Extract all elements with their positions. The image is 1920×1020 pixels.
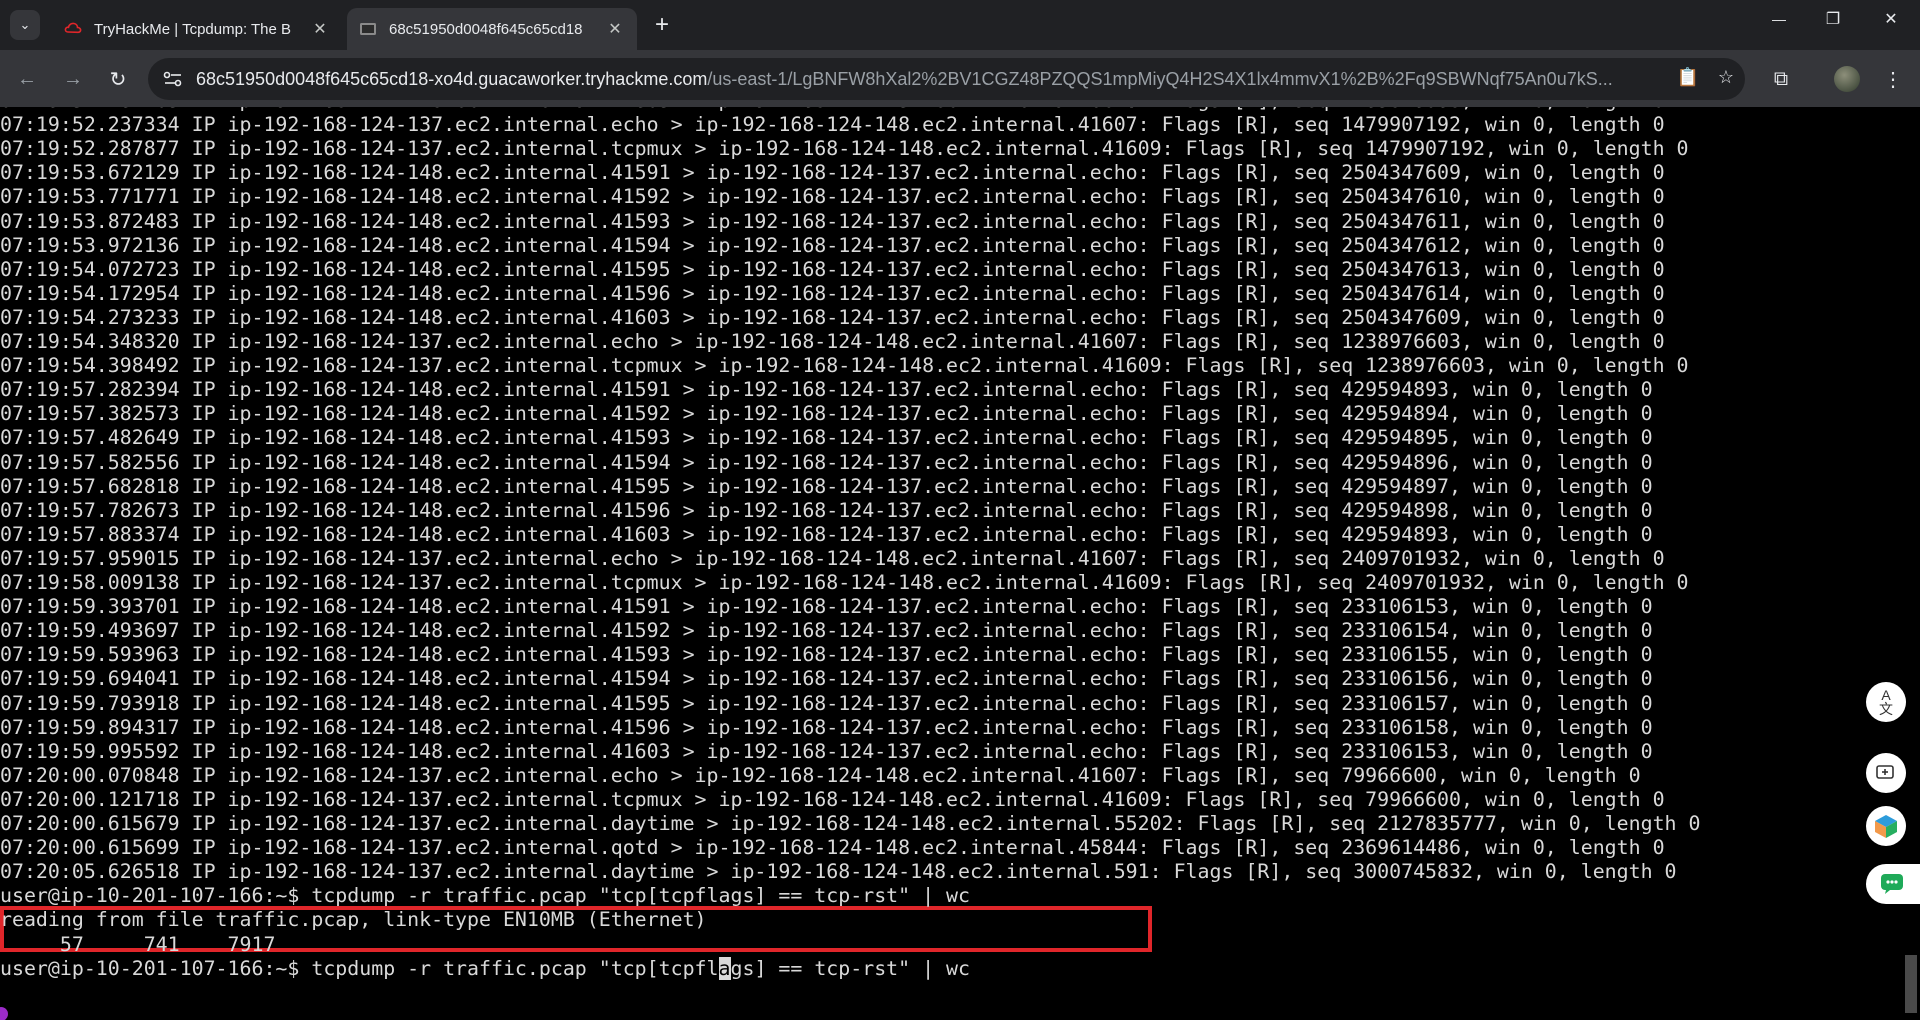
terminal-output-line: 07:19:59.894317 IP ip-192-168-124-148.ec… bbox=[0, 715, 1653, 739]
terminal-output-line: 07:19:53.872483 IP ip-192-168-124-148.ec… bbox=[0, 209, 1665, 233]
tab-close-icon[interactable]: ✕ bbox=[605, 19, 625, 39]
terminal-output-line: 07:19:58.009138 IP ip-192-168-124-137.ec… bbox=[0, 571, 1689, 594]
terminal-output-line: 07:19:54.348320 IP ip-192-168-124-137.ec… bbox=[0, 330, 1665, 353]
arrow-right-icon: → bbox=[63, 67, 83, 90]
prompt-after-cursor: gs] == tcp-rst" | wc bbox=[730, 956, 971, 980]
tab-remote-machine[interactable]: 68c51950d0048f645c65cd18 ✕ bbox=[347, 8, 637, 50]
terminal-output-line: 07:20:00.121718 IP ip-192-168-124-137.ec… bbox=[0, 787, 1665, 811]
terminal-output-line: 07:19:54.072723 IP ip-192-168-124-148.ec… bbox=[0, 257, 1665, 281]
terminal-output-line: 07:19:59.493697 IP ip-192-168-124-148.ec… bbox=[0, 619, 1653, 643]
screenshot-icon[interactable] bbox=[1866, 753, 1906, 793]
address-bar[interactable]: 68c51950d0048f645c65cd18-xo4d.guacaworke… bbox=[148, 58, 1745, 100]
terminal-output-line: 07:19:53.672129 IP ip-192-168-124-148.ec… bbox=[0, 161, 1665, 185]
terminal-output-line: 07:19:53.771771 IP ip-192-168-124-148.ec… bbox=[0, 185, 1665, 209]
terminal-output-line: user@ip-10-201-107-166:~$ tcpdump -r tra… bbox=[0, 884, 970, 908]
terminal-output-line: 07:19:59.995592 IP ip-192-168-124-148.ec… bbox=[0, 739, 1653, 763]
terminal-favicon-icon bbox=[360, 23, 376, 35]
tab-strip: ⌄ TryHackMe | Tcpdump: The B ✕ 68c51950d… bbox=[0, 0, 1920, 50]
tab-title: 68c51950d0048f645c65cd18 bbox=[389, 20, 583, 38]
terminal-output-line: 07:19:57.482649 IP ip-192-168-124-148.ec… bbox=[0, 426, 1653, 450]
site-settings-icon[interactable] bbox=[162, 69, 184, 89]
browser-toolbar: ← → ↻ 68c51950d0048f645c65cd18-xo4d.guac… bbox=[0, 50, 1920, 107]
terminal-output-line: 07:19:54.172954 IP ip-192-168-124-148.ec… bbox=[0, 281, 1665, 305]
terminal-output-line: 07:19:52.287877 IP ip-192-168-124-137.ec… bbox=[0, 137, 1689, 161]
terminal-output-line: 07:19:59.593963 IP ip-192-168-124-148.ec… bbox=[0, 643, 1653, 667]
minimize-button-2[interactable]: — bbox=[1756, 2, 1802, 36]
box-app-icon[interactable] bbox=[1866, 806, 1906, 846]
minimize-icon: — bbox=[1772, 11, 1786, 27]
back-button[interactable]: ← bbox=[12, 64, 42, 94]
terminal-output-line: 07:20:00.615699 IP ip-192-168-124-137.ec… bbox=[0, 836, 1665, 860]
terminal-output-line: 07:19:57.782673 IP ip-192-168-124-148.ec… bbox=[0, 498, 1653, 522]
terminal-output-line: 57 741 7917 bbox=[0, 932, 276, 956]
tryhackme-favicon-icon bbox=[64, 22, 82, 34]
terminal-output-line: 07:19:57.959015 IP ip-192-168-124-137.ec… bbox=[0, 546, 1665, 570]
terminal-output-line: 07:20:00.615679 IP ip-192-168-124-137.ec… bbox=[0, 812, 1701, 835]
text-cursor: a bbox=[718, 956, 731, 980]
terminal-output-line: 07:19:59.694041 IP ip-192-168-124-148.ec… bbox=[0, 667, 1653, 691]
extensions-icon[interactable]: ⧉ bbox=[1766, 64, 1796, 94]
reload-icon: ↻ bbox=[109, 68, 127, 91]
terminal-output-line: 07:19:57.282394 IP ip-192-168-124-148.ec… bbox=[0, 378, 1653, 402]
terminal-output-line: 07:19:59.393701 IP ip-192-168-124-148.ec… bbox=[0, 595, 1653, 619]
tab-tryhackme[interactable]: TryHackMe | Tcpdump: The B ✕ bbox=[52, 8, 342, 50]
tab-title: TryHackMe | Tcpdump: The B bbox=[94, 20, 292, 38]
url-path: /us-east-1/LgBNFW8hXal2%2BV1CGZ48PZQQS1m… bbox=[707, 69, 1613, 89]
chevron-down-icon: ⌄ bbox=[19, 17, 31, 32]
close-window-button[interactable]: ✕ bbox=[1868, 2, 1914, 36]
restore-button[interactable]: ❐ bbox=[1810, 2, 1856, 36]
terminal-output-line: 07:19:59.793918 IP ip-192-168-124-148.ec… bbox=[0, 691, 1653, 715]
reload-button[interactable]: ↻ bbox=[103, 64, 133, 94]
terminal-output-line: 07:19:57.883374 IP ip-192-168-124-148.ec… bbox=[0, 522, 1653, 546]
close-icon: ✕ bbox=[1884, 11, 1898, 28]
terminal-output-line: 07:19:57.582556 IP ip-192-168-124-148.ec… bbox=[0, 450, 1653, 474]
terminal-output-line: 07:19:54.273233 IP ip-192-168-124-148.ec… bbox=[0, 305, 1665, 329]
url-host: 68c51950d0048f645c65cd18-xo4d.guacaworke… bbox=[196, 69, 708, 89]
terminal-scrollbar[interactable] bbox=[1905, 955, 1917, 1013]
translate-icon[interactable]: A文 bbox=[1866, 682, 1906, 722]
terminal-output-line: reading from file traffic.pcap, link-typ… bbox=[0, 908, 707, 932]
terminal-output-line: 07:20:00.070848 IP ip-192-168-124-137.ec… bbox=[0, 763, 1641, 787]
tab-close-icon[interactable]: ✕ bbox=[310, 19, 330, 39]
box-glyph-icon bbox=[1875, 815, 1897, 838]
url-text[interactable]: 68c51950d0048f645c65cd18-xo4d.guacaworke… bbox=[196, 69, 1686, 90]
screenshot-glyph-icon bbox=[1876, 765, 1894, 779]
new-tab-button[interactable]: + bbox=[648, 12, 676, 40]
chat-glyph-icon bbox=[1881, 874, 1903, 894]
arrow-left-icon: ← bbox=[17, 67, 37, 90]
terminal-current-prompt[interactable]: user@ip-10-201-107-166:~$ tcpdump -r tra… bbox=[0, 956, 971, 981]
restore-icon: ❐ bbox=[1825, 11, 1841, 28]
terminal-output-line: 07:20:05.626518 IP ip-192-168-124-137.ec… bbox=[0, 860, 1677, 884]
terminal-output-line: 07:19:52.237334 IP ip-192-168-124-137.ec… bbox=[0, 113, 1665, 137]
profile-avatar[interactable] bbox=[1834, 66, 1860, 92]
tab-list-button[interactable]: ⌄ bbox=[10, 10, 40, 40]
forward-button[interactable]: → bbox=[58, 64, 88, 94]
prompt-before-cursor: user@ip-10-201-107-166:~$ tcpdump -r tra… bbox=[0, 956, 719, 980]
bookmark-star-icon[interactable]: ☆ bbox=[1714, 67, 1738, 91]
terminal-output-line: 07:19:53.972136 IP ip-192-168-124-148.ec… bbox=[0, 233, 1665, 257]
terminal-output-line: 07:19:57.382573 IP ip-192-168-124-148.ec… bbox=[0, 402, 1653, 426]
clipboard-icon[interactable]: 📋 bbox=[1676, 67, 1700, 91]
more-menu-icon[interactable]: ⋮ bbox=[1878, 64, 1908, 94]
chat-app-icon[interactable] bbox=[1866, 864, 1920, 904]
terminal-output-line: 07:19:54.398492 IP ip-192-168-124-137.ec… bbox=[0, 354, 1689, 378]
terminal-output-line: 07:19:52.161103 IP ip-192-168-124-148.ec… bbox=[0, 107, 1665, 113]
terminal-output-line: 07:19:57.682818 IP ip-192-168-124-148.ec… bbox=[0, 474, 1653, 498]
terminal-viewport[interactable]: 07:19:52.161103 IP ip-192-168-124-148.ec… bbox=[0, 107, 1920, 1020]
status-dot-icon bbox=[0, 1007, 8, 1020]
